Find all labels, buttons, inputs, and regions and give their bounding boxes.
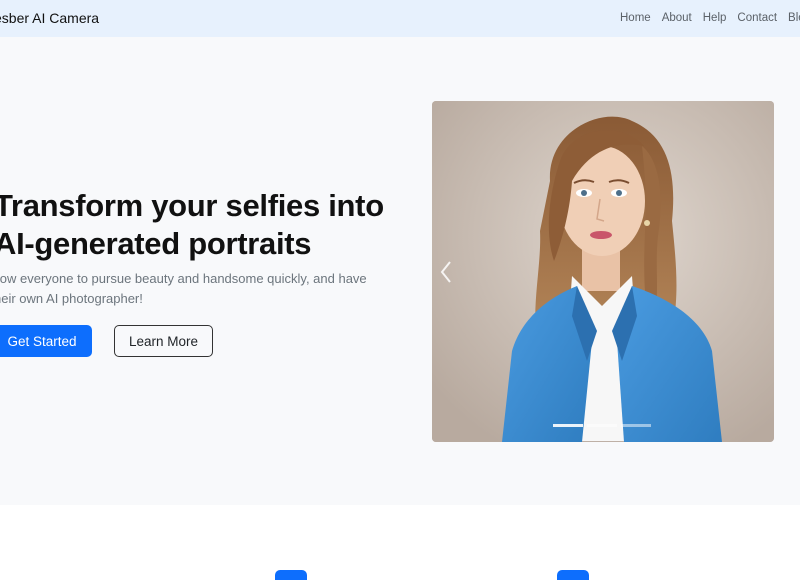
nav-link-help[interactable]: Help bbox=[703, 12, 727, 24]
get-started-button[interactable]: Get Started bbox=[0, 325, 92, 357]
carousel-indicator[interactable] bbox=[587, 424, 617, 427]
nav-links: Home About Help Contact Blog bbox=[620, 12, 800, 24]
carousel-indicators bbox=[553, 424, 651, 427]
portrait-image bbox=[432, 101, 774, 442]
carousel-prev-button[interactable] bbox=[436, 259, 456, 285]
hero-subtitle-line-2: heir own AI photographer! bbox=[0, 291, 143, 306]
carousel-indicator[interactable] bbox=[553, 424, 583, 427]
hero-title: Transform your selfies into AI-generated … bbox=[0, 187, 414, 263]
nav-link-contact[interactable]: Contact bbox=[737, 12, 777, 24]
hero-title-line-1: Transform your selfies into bbox=[0, 188, 384, 223]
learn-more-button[interactable]: Learn More bbox=[114, 325, 213, 357]
nav-link-about[interactable]: About bbox=[662, 12, 692, 24]
navbar: esber AI Camera Home About Help Contact … bbox=[0, 0, 800, 37]
feature-icon bbox=[275, 570, 307, 580]
brand-name[interactable]: esber AI Camera bbox=[0, 10, 99, 26]
hero-subtitle: llow everyone to pursue beauty and hands… bbox=[0, 269, 389, 309]
feature-icon bbox=[557, 570, 589, 580]
hero-subtitle-line-1: llow everyone to pursue beauty and hands… bbox=[0, 271, 367, 286]
nav-link-home[interactable]: Home bbox=[620, 12, 651, 24]
hero-section: Transform your selfies into AI-generated … bbox=[0, 37, 800, 505]
nav-link-blog[interactable]: Blog bbox=[788, 12, 800, 24]
portrait-carousel bbox=[432, 101, 774, 442]
carousel-indicator[interactable] bbox=[621, 424, 651, 427]
hero-title-line-2: AI-generated portraits bbox=[0, 226, 312, 261]
chevron-left-icon bbox=[440, 261, 451, 283]
